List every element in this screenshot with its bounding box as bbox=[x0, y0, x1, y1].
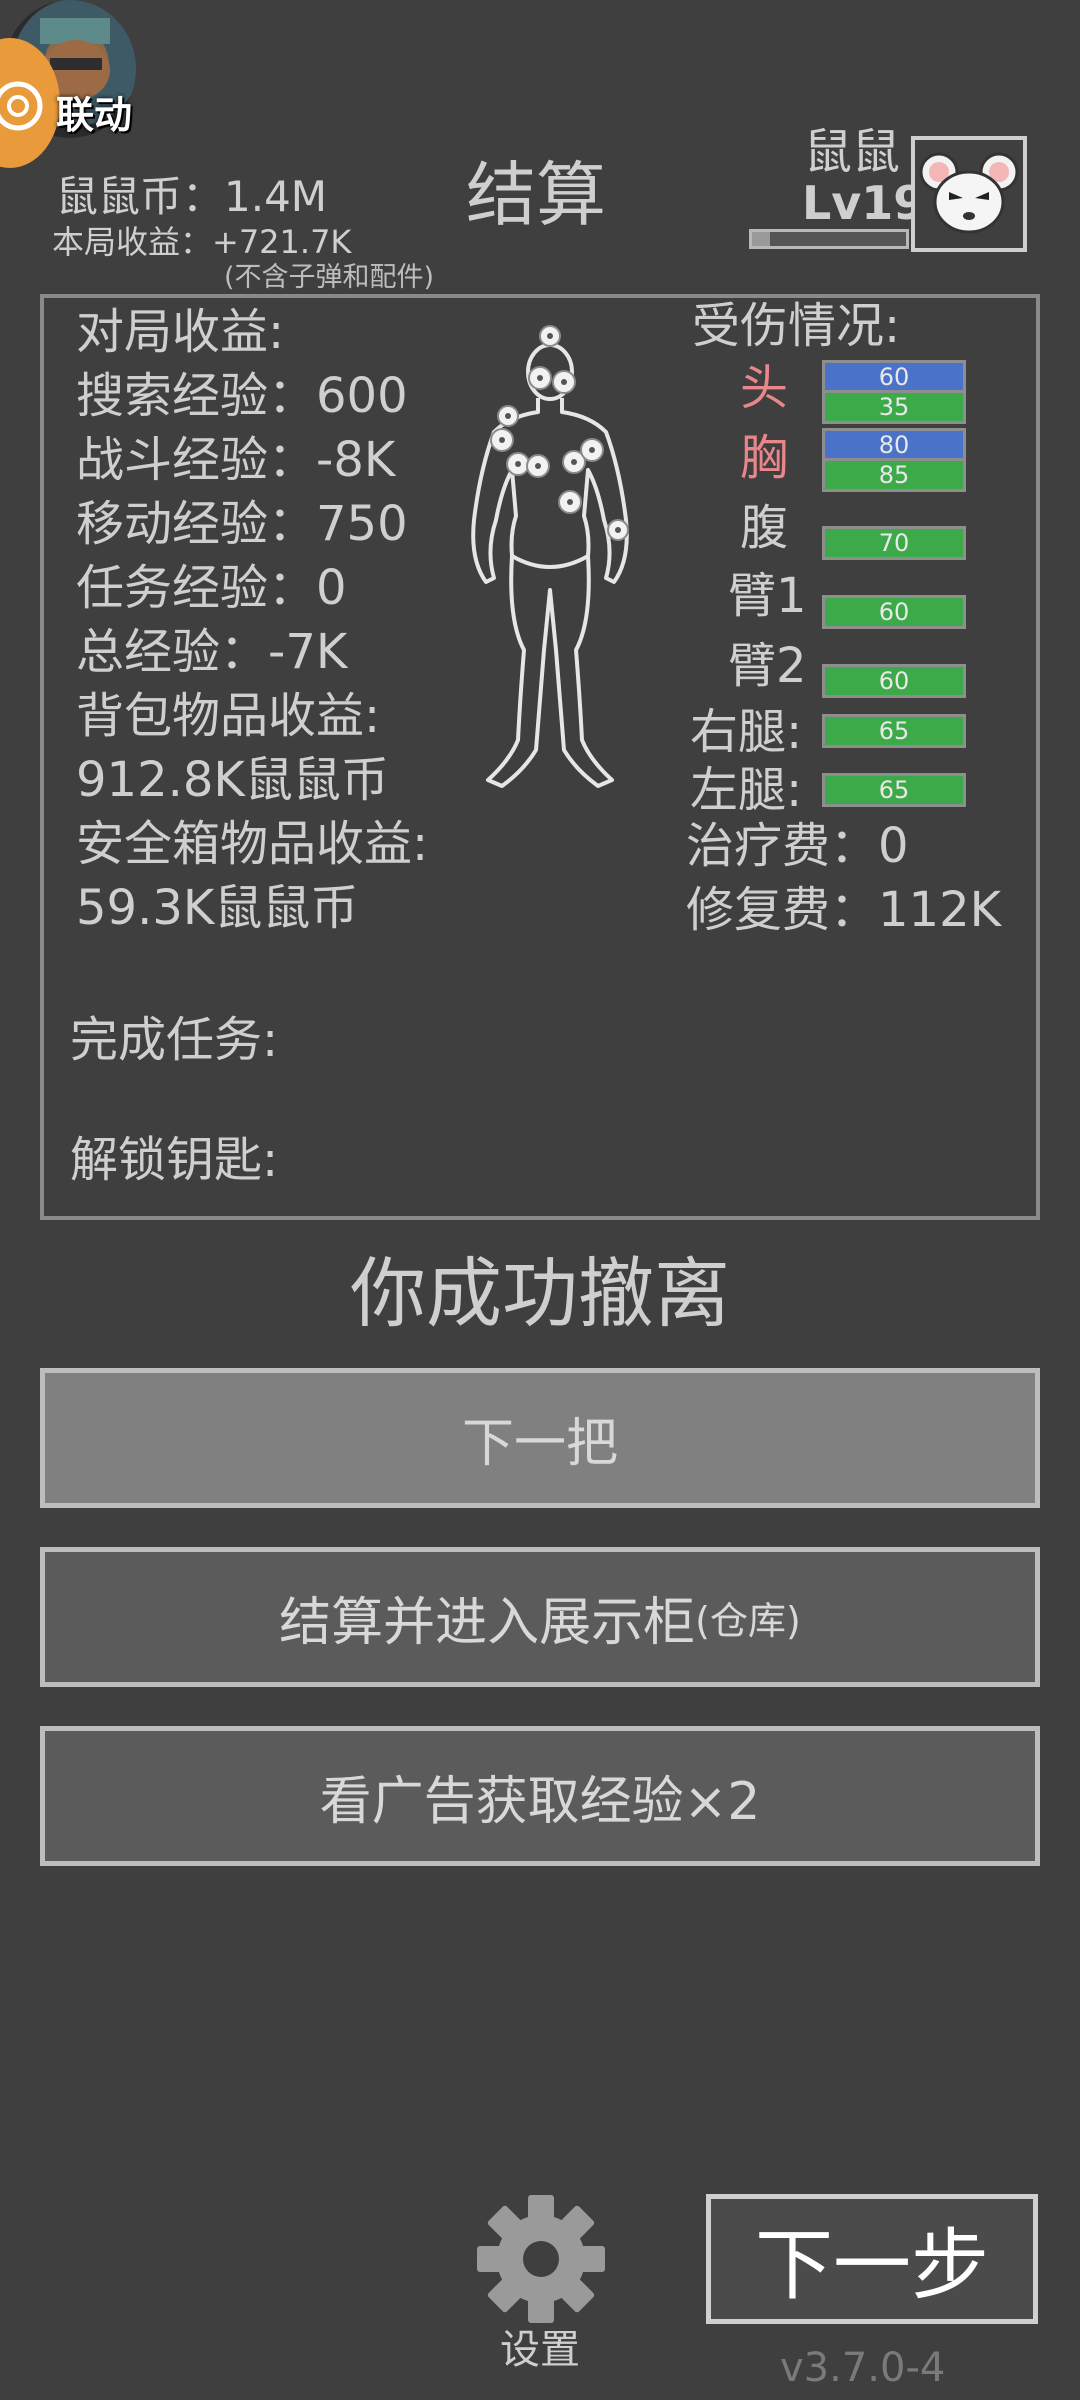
watch-ad-button[interactable]: 看广告获取经验×2 bbox=[40, 1726, 1040, 1866]
settle-showcase-label: 结算并进入展示柜 bbox=[279, 1592, 696, 1653]
left-leg-health-bar: 65 bbox=[822, 773, 966, 807]
safebox-income-value: 59.3K鼠鼠币 bbox=[76, 880, 359, 936]
orange-badge-icon[interactable] bbox=[0, 38, 60, 168]
safebox-income-label: 安全箱物品收益: bbox=[76, 816, 429, 872]
page-title: 结算 bbox=[466, 154, 606, 236]
injury-title: 受伤情况: bbox=[692, 298, 901, 354]
round-income: 本局收益：+721.7K bbox=[52, 223, 352, 261]
event-badge-label: 联动 bbox=[56, 93, 133, 137]
gear-icon[interactable] bbox=[474, 2192, 608, 2326]
coin-balance: 鼠鼠币：1.4M bbox=[56, 172, 328, 221]
repair-fee: 修复费：112K bbox=[686, 882, 1002, 938]
extract-success-message: 你成功撤离 bbox=[350, 1249, 730, 1338]
part-left-leg-label: 左腿: bbox=[690, 762, 803, 818]
settle-showcase-button[interactable]: 结算并进入展示柜 (仓库) bbox=[40, 1547, 1040, 1687]
arm2-health-bar: 60 bbox=[822, 664, 966, 698]
part-chest-label: 胸 bbox=[740, 430, 789, 486]
body-damage-figure bbox=[471, 325, 629, 788]
part-arm2-label: 臂2 bbox=[728, 638, 807, 694]
search-exp: 搜索经验：600 bbox=[76, 368, 408, 424]
chest-health-bar: 85 bbox=[822, 458, 966, 492]
heal-fee: 治疗费：0 bbox=[686, 818, 909, 874]
part-head-label: 头 bbox=[740, 360, 789, 416]
watch-ad-label: 看广告获取经验×2 bbox=[319, 1771, 761, 1832]
arm1-health-bar: 60 bbox=[822, 595, 966, 629]
player-level: Lv19 bbox=[802, 176, 926, 230]
settings-label[interactable]: 设置 bbox=[500, 2330, 580, 2370]
part-abdomen-label: 腹 bbox=[740, 500, 789, 556]
player-name: 鼠鼠 bbox=[804, 124, 901, 180]
total-exp: 总经验：-7K bbox=[76, 624, 348, 680]
keys-unlocked-label: 解锁钥匙: bbox=[70, 1132, 279, 1188]
next-step-button[interactable]: 下一步 bbox=[706, 2194, 1038, 2324]
part-right-leg-label: 右腿: bbox=[690, 704, 803, 760]
tasks-done-label: 完成任务: bbox=[70, 1012, 279, 1068]
version-label: v3.7.0-4 bbox=[780, 2345, 946, 2391]
combat-exp: 战斗经验：-8K bbox=[76, 432, 396, 488]
next-step-label: 下一步 bbox=[754, 2221, 989, 2311]
level-progress-fill bbox=[752, 232, 771, 246]
backpack-income-value: 912.8K鼠鼠币 bbox=[76, 752, 389, 808]
head-armor-bar: 60 bbox=[822, 360, 966, 394]
settle-showcase-sub: (仓库) bbox=[695, 1598, 801, 1643]
chest-armor-bar: 80 bbox=[822, 428, 966, 462]
backpack-income-label: 背包物品收益: bbox=[76, 688, 381, 744]
player-avatar[interactable] bbox=[911, 136, 1027, 252]
level-progress-bar bbox=[749, 229, 909, 249]
move-exp: 移动经验：750 bbox=[76, 496, 408, 552]
income-note: (不含子弹和配件) bbox=[224, 262, 435, 293]
right-leg-health-bar: 65 bbox=[822, 714, 966, 748]
task-exp: 任务经验：0 bbox=[76, 560, 347, 616]
part-arm1-label: 臂1 bbox=[728, 568, 807, 624]
head-health-bar: 35 bbox=[822, 390, 966, 424]
match-income-label: 对局收益: bbox=[76, 304, 285, 360]
next-round-button[interactable]: 下一把 bbox=[40, 1368, 1040, 1508]
mouse-avatar-icon bbox=[919, 152, 1019, 234]
abdomen-health-bar: 70 bbox=[822, 526, 966, 560]
next-round-label: 下一把 bbox=[461, 1413, 618, 1474]
